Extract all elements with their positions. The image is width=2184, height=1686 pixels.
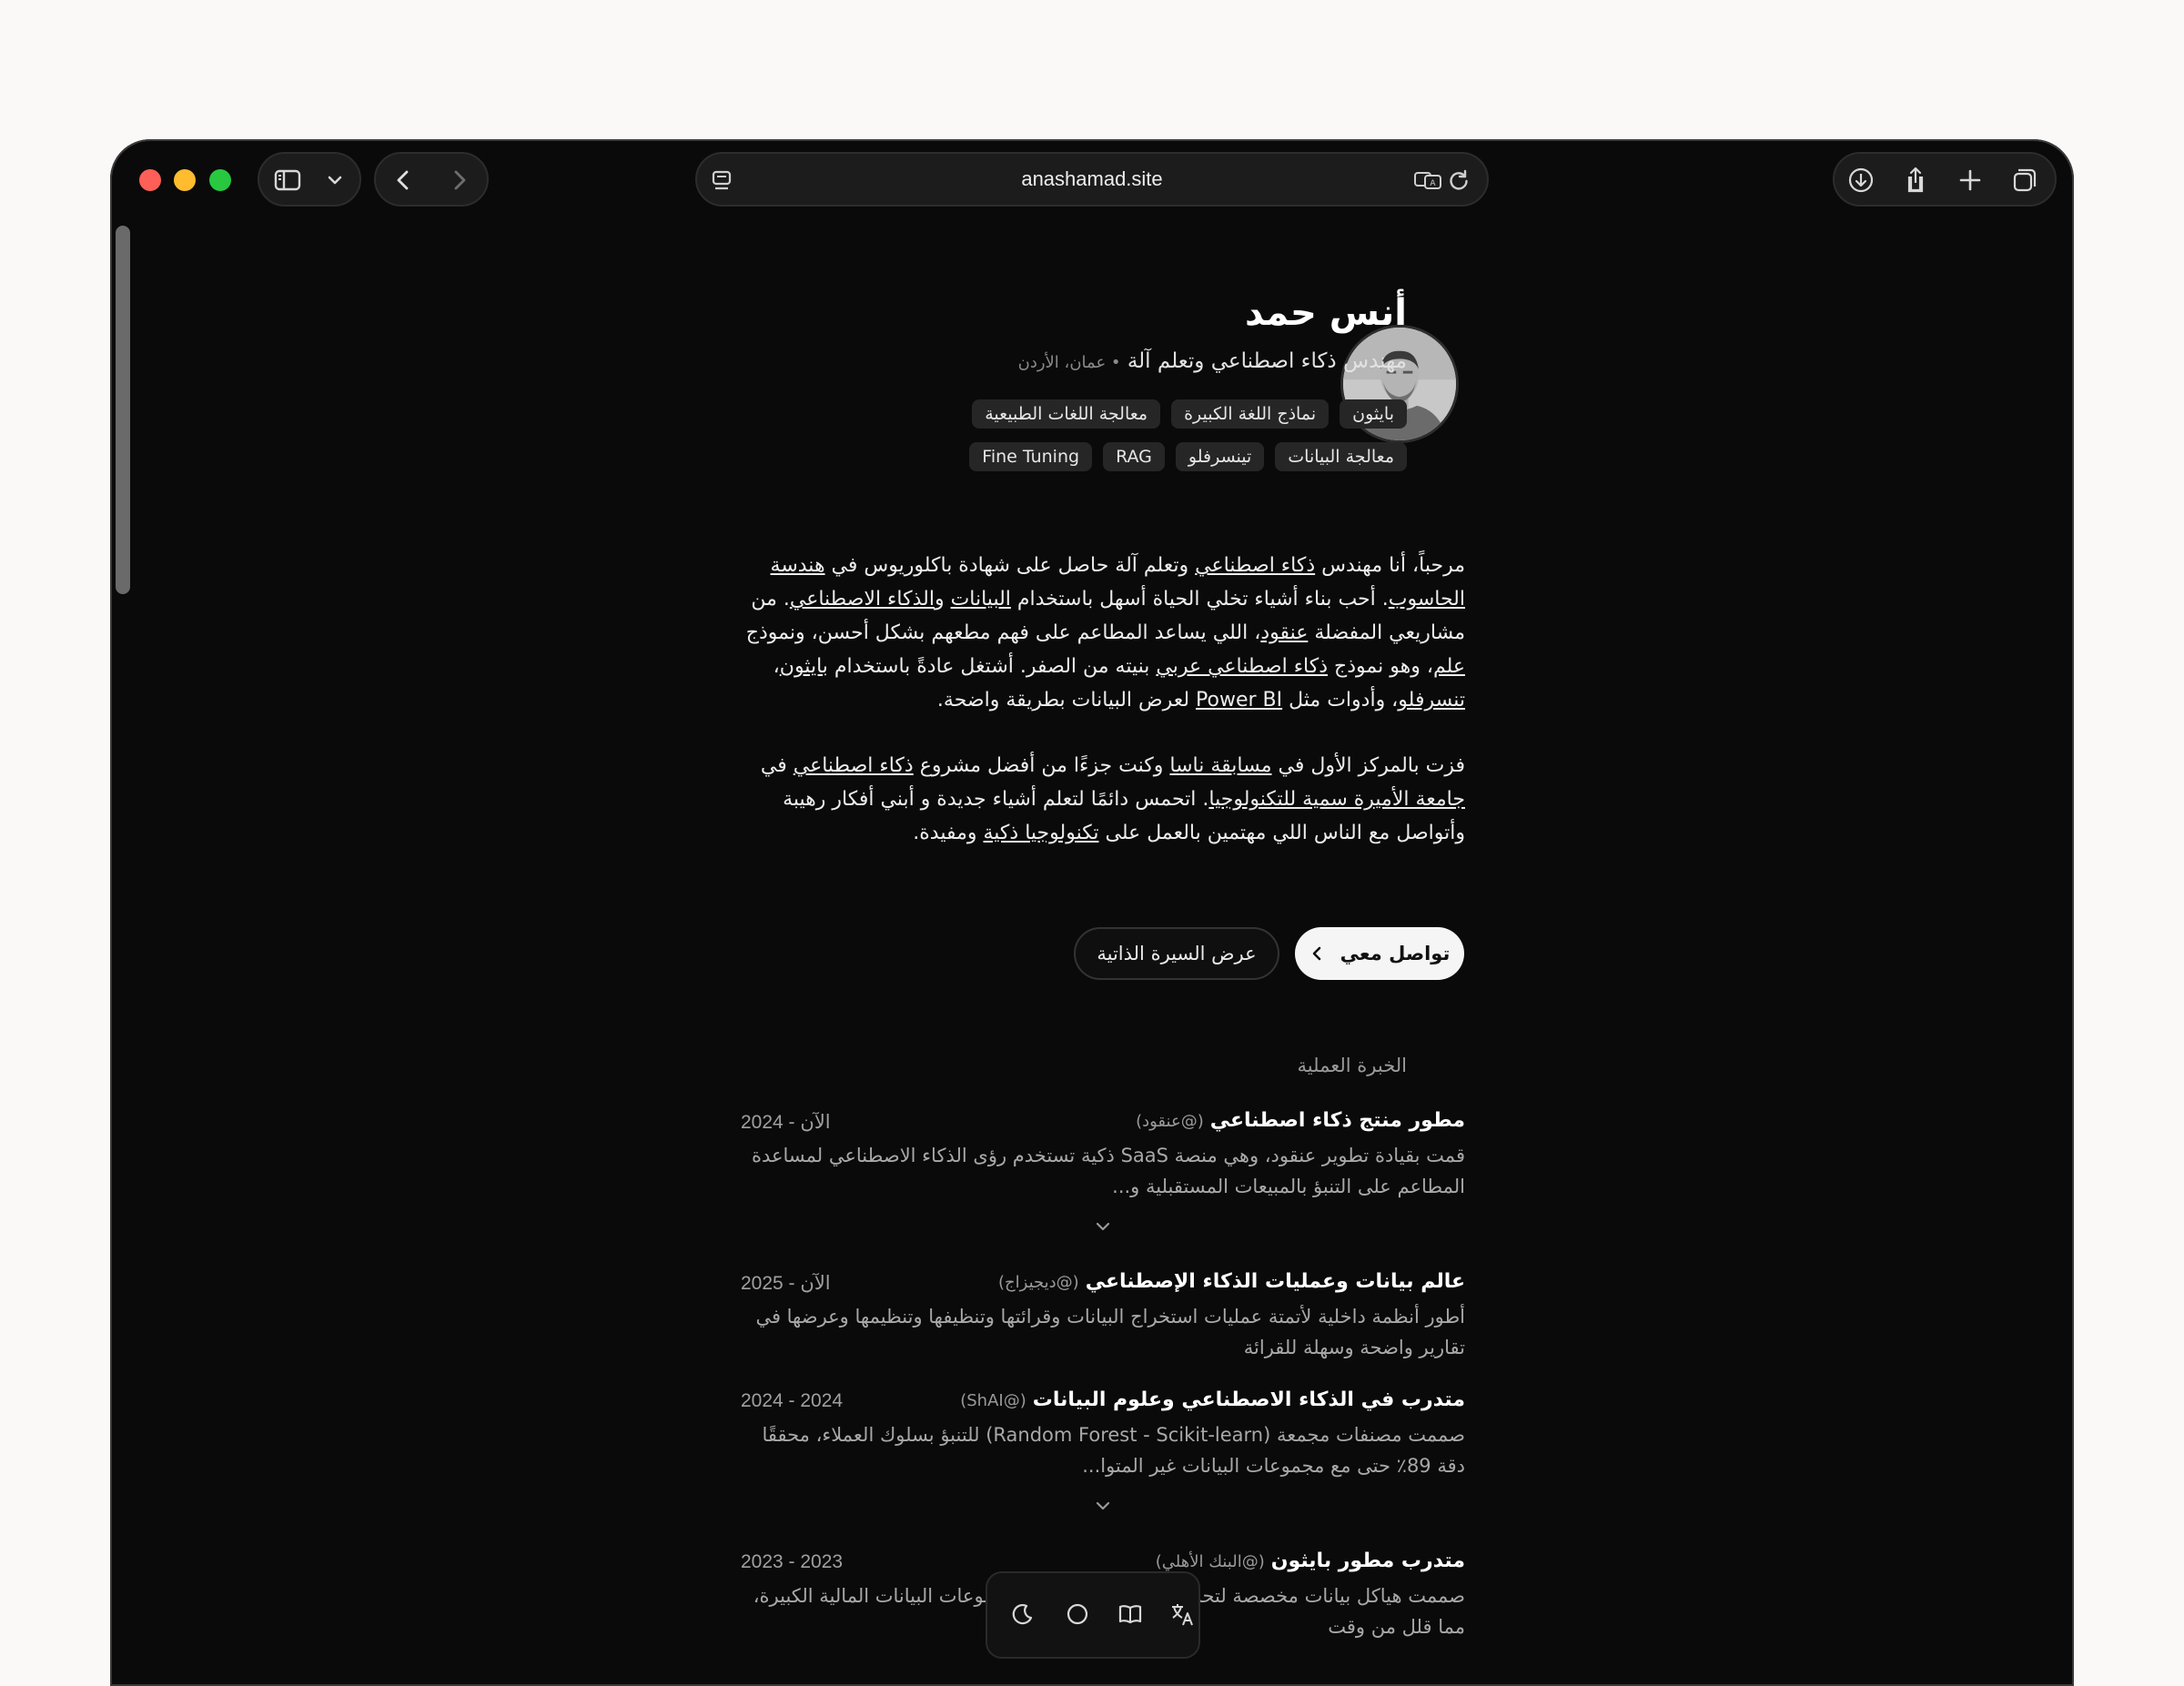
skill-tag: RAG [1103,442,1165,471]
inline-link[interactable]: Power BI [1196,689,1282,712]
paragraph-text: ، [773,655,780,678]
inline-link[interactable]: جامعة الأميرة سمية للتكنولوجيا [1208,788,1465,811]
skill-tag: نماذج اللغة الكبيرة [1171,399,1330,429]
skill-tag: معالجة البيانات [1275,442,1407,471]
view-cv-button-label: عرض السيرة الذاتية [1097,943,1257,964]
paragraph-text: بنيته من الصفر. أشتغل عادةً باستخدام [827,655,1157,678]
inline-link[interactable]: البيانات [951,588,1011,611]
browser-window: anashamad.site A أنس حمد مهندس ذكاء اصطن… [110,139,2074,1686]
paragraph-text: لعرض البيانات بطريقة واضحة. [936,689,1197,712]
profile-name: أنس حمد [1245,292,1407,334]
inline-link[interactable]: ذكاء اصطناعي [794,754,914,777]
skill-tag: معالجة اللغات الطبيعية [972,399,1161,429]
inline-link[interactable]: ذكاء اصطناعي [1195,554,1315,577]
job-description: صممت مصنفات مجمعة (Random Forest - Sciki… [762,1424,1465,1477]
experience-section-title: الخبرة العملية [1297,1055,1407,1076]
inline-link[interactable]: تكنولوجيا ذكية [984,822,1099,844]
inline-link[interactable]: عنقود [1260,621,1308,644]
job-company: (@ديجيزاج) [998,1273,1079,1292]
paragraph-text: ، وأدوات مثل [1282,689,1399,712]
skill-tag: بايثون [1340,399,1407,429]
job-date: 2024 - 2024 [741,1390,844,1411]
paragraph-text: ، وهو نموذج [1328,655,1433,678]
paragraph-text: وتعلم آلة حاصل على شهادة باكلوريوس في [824,554,1196,577]
paragraph-text: وكنت جزءًا من أفضل مشروع [913,754,1170,777]
profile-subtitle: مهندس ذكاء اصطناعي وتعلم آلة • عمان، الأ… [1018,349,1407,373]
chevron-left-icon [1309,944,1324,963]
job-date: 2024 - الآن [741,1112,831,1133]
experience-item[interactable]: عالم بيانات وعمليات الذكاء الإصطناعي (@د… [741,1270,1465,1363]
inline-link[interactable]: بايثون [780,655,828,678]
job-company: (@عنقود) [1136,1112,1204,1131]
skill-tag: Fine Tuning [969,442,1093,471]
paragraph-text: . أحب بناء أشياء تخلي الحياة أسهل باستخد… [1010,588,1389,611]
chevron-down-icon[interactable] [1094,1220,1112,1233]
job-description: أطور أنظمة داخلية لأتمتة عمليات استخراج … [755,1306,1465,1358]
job-title: عالم بيانات وعمليات الذكاء الإصطناعي [1085,1270,1465,1293]
paragraph-text: مرحباً، أنا مهندس [1315,554,1465,577]
job-title: مطور منتج ذكاء اصطناعي [1209,1109,1465,1132]
paragraph-text: في [760,754,794,777]
inline-link[interactable]: علم [1433,655,1465,678]
job-title: متدرب مطور بايثون [1270,1550,1465,1572]
job-company: (@ShAI) [960,1391,1026,1410]
contact-button-label: تواصل معي [1340,943,1451,964]
skill-tags-row-1: بايثون نماذج اللغة الكبيرة معالجة اللغات… [972,399,1407,429]
chevron-down-icon[interactable] [1094,1499,1112,1512]
floating-toolbar [986,1571,1200,1659]
circle-icon[interactable] [1064,1600,1091,1628]
job-date: 2023 - 2023 [741,1551,844,1572]
inline-link[interactable]: تنسرفلو [1398,689,1465,712]
intro-paragraph-2: فزت بالمركز الأول في مسابقة ناسا وكنت جز… [737,749,1465,850]
view-cv-button[interactable]: عرض السيرة الذاتية [1074,927,1279,980]
language-icon[interactable] [1169,1600,1197,1628]
job-company: (@البنك الأهلي) [1155,1552,1265,1571]
skill-tag: تينسرفلو [1175,442,1265,471]
contact-button[interactable]: تواصل معي [1295,927,1464,980]
experience-item[interactable]: مطور منتج ذكاء اصطناعي (@عنقود) 2024 - ا… [741,1109,1465,1231]
paragraph-text: ومفيدة. [913,822,984,844]
profile-role: مهندس ذكاء اصطناعي وتعلم آلة [1127,349,1407,373]
page-content: أنس حمد مهندس ذكاء اصطناعي وتعلم آلة • ع… [110,139,2074,1686]
book-icon[interactable] [1117,1600,1144,1628]
skill-tags-row-2: معالجة البيانات تينسرفلو RAG Fine Tuning [969,442,1407,471]
job-description: قمت بقيادة تطوير عنقود، وهي منصة SaaS ذك… [751,1145,1465,1197]
inline-link[interactable]: ذكاء اصطناعي عربي [1156,655,1328,678]
moon-icon[interactable] [1009,1600,1036,1628]
inline-link[interactable]: مسابقة ناسا [1169,754,1271,777]
paragraph-text: فزت بالمركز الأول في [1271,754,1465,777]
intro-paragraph-1: مرحباً، أنا مهندس ذكاء اصطناعي وتعلم آلة… [737,549,1465,717]
experience-item[interactable]: متدرب في الذكاء الاصطناعي وعلوم البيانات… [741,1388,1465,1510]
job-title: متدرب في الذكاء الاصطناعي وعلوم البيانات [1032,1388,1465,1411]
profile-location: عمان، الأردن [1017,353,1107,372]
inline-link[interactable]: الذكاء الاصطناعي [790,588,935,611]
paragraph-text: ، اللي يساعد المطاعم على فهم مطعهم بشكل … [745,621,1261,644]
paragraph-text: و [934,588,951,611]
job-date: 2025 - الآن [741,1273,831,1294]
location-separator: • [1106,353,1121,372]
